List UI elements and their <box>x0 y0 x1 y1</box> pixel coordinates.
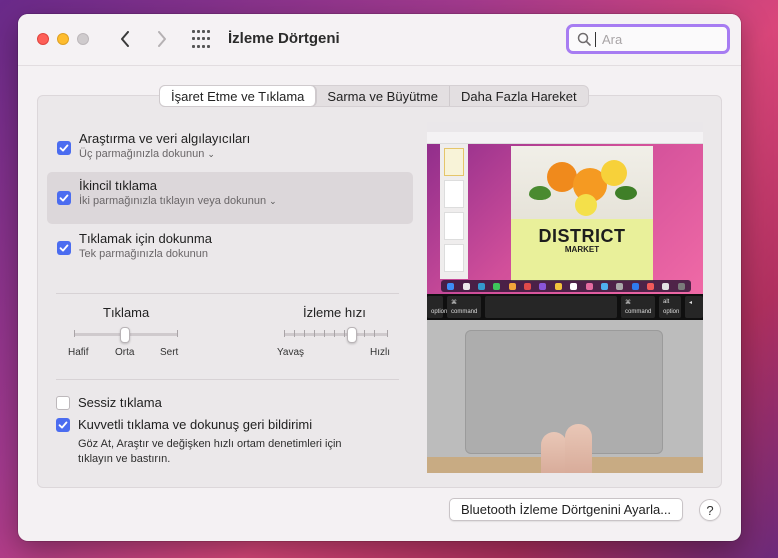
slider-tick <box>304 330 305 337</box>
option-title: Tıklamak için dokunma <box>79 231 212 246</box>
option-lookup[interactable]: Araştırma ve veri algılayıcıları Üç parm… <box>47 125 413 166</box>
page-thumbnail <box>444 212 464 240</box>
show-all-grid-icon[interactable] <box>192 30 212 50</box>
force-click-option[interactable]: Kuvvetli tıklama ve dokunuş geri bildiri… <box>56 417 312 432</box>
forward-button[interactable] <box>151 27 173 51</box>
silent-click-option[interactable]: Sessiz tıklama <box>56 395 162 410</box>
gesture-preview-video: DISTRICT MARKET option ⌘ command ⌘ command… <box>427 122 703 473</box>
page-thumbnail <box>444 180 464 208</box>
speed-slider-knob[interactable] <box>347 327 357 343</box>
text-caret <box>595 31 596 47</box>
finger-index <box>541 432 567 473</box>
option-secondary-click[interactable]: İkincil tıklama İki parmağınızla tıklayı… <box>47 172 413 224</box>
search-field[interactable]: Ara <box>566 24 730 54</box>
key-space <box>485 296 617 318</box>
minimize-window-button[interactable] <box>57 33 69 45</box>
checkmark-icon <box>59 144 69 152</box>
slider-tick <box>387 330 388 337</box>
preview-dock <box>441 280 691 292</box>
speed-max-label: Hızlı <box>370 347 390 358</box>
preview-trackpad <box>465 330 663 454</box>
page-thumbnail <box>444 148 464 176</box>
slider-tick <box>294 330 295 337</box>
secondary-click-checkbox[interactable] <box>57 191 71 205</box>
divider <box>56 379 399 380</box>
settings-window: İzleme Dörtgeni Ara İşaret Etme ve Tıkla… <box>18 14 741 541</box>
search-placeholder: Ara <box>602 31 623 47</box>
fruit-photo <box>511 146 653 219</box>
slider-tick <box>334 330 335 337</box>
preview-thumbnails <box>440 144 468 279</box>
chevron-right-icon <box>158 31 166 47</box>
tab-bar: İşaret Etme ve Tıklama Sarma ve Büyütme … <box>159 85 589 107</box>
preview-toolbar <box>427 132 703 144</box>
checkmark-icon <box>58 421 68 428</box>
titlebar: İzleme Dörtgeni Ara <box>18 14 741 66</box>
speed-min-label: Yavaş <box>277 347 305 358</box>
silent-click-label: Sessiz tıklama <box>78 395 162 410</box>
checkmark-icon <box>59 244 69 252</box>
force-click-label: Kuvvetli tıklama ve dokunuş geri bildiri… <box>78 417 313 432</box>
tab-more-gestures[interactable]: Daha Fazla Hareket <box>450 86 588 106</box>
bluetooth-trackpad-setup-button[interactable]: Bluetooth İzleme Dörtgenini Ayarla... <box>449 498 684 521</box>
click-slider-knob[interactable] <box>120 327 130 343</box>
slider-tick <box>374 330 375 337</box>
slider-tick <box>74 330 75 337</box>
zoom-window-button[interactable] <box>77 33 89 45</box>
chevron-down-icon: ⌄ <box>207 148 215 159</box>
divider <box>56 293 399 294</box>
page-thumbnail <box>444 244 464 272</box>
back-button[interactable] <box>114 27 136 51</box>
click-slider-label: Tıklama <box>103 305 150 320</box>
window-title: İzleme Dörtgeni <box>228 30 340 47</box>
lookup-checkbox[interactable] <box>57 141 71 155</box>
poster-subtitle: MARKET <box>564 245 600 254</box>
close-window-button[interactable] <box>37 33 49 45</box>
gesture-label: Üç parmağınızla dokunun <box>79 148 205 160</box>
key-command-left: ⌘ command <box>447 296 481 318</box>
slider-tick <box>177 330 178 337</box>
slider-tick <box>314 330 315 337</box>
silent-click-checkbox[interactable] <box>56 395 70 410</box>
option-tap-to-click[interactable]: Tıklamak için dokunma Tek parmağınızla d… <box>47 225 413 266</box>
preview-menubar <box>427 122 703 132</box>
slider-tick <box>284 330 285 337</box>
key-arrow: ◂ <box>685 296 703 318</box>
speed-slider-track[interactable] <box>284 333 388 336</box>
preview-document-page: DISTRICT MARKET <box>511 146 653 281</box>
tab-point-click[interactable]: İşaret Etme ve Tıklama <box>160 86 317 106</box>
key-option-right: alt option <box>659 296 681 318</box>
gesture-label: İki parmağınızla tıklayın veya dokunun <box>79 195 267 207</box>
option-title: İkincil tıklama <box>79 178 158 193</box>
preview-laptop-body <box>427 320 703 473</box>
finger-middle <box>565 424 592 473</box>
option-subtitle: Tek parmağınızla dokunun <box>79 248 209 260</box>
preview-keyboard: option ⌘ command ⌘ command alt option ◂ <box>427 294 703 320</box>
click-max-label: Sert <box>160 347 179 358</box>
gesture-dropdown[interactable]: Üç parmağınızla dokunun ⌄ <box>79 148 413 160</box>
speed-slider-label: İzleme hızı <box>303 305 366 320</box>
poster-title: DISTRICT <box>538 226 626 246</box>
gesture-dropdown[interactable]: İki parmağınızla tıklayın veya dokunun ⌄ <box>79 195 413 207</box>
key-command-right: ⌘ command <box>621 296 655 318</box>
option-title: Araştırma ve veri algılayıcıları <box>79 131 251 146</box>
key-option-left: option <box>427 296 447 318</box>
checkmark-icon <box>59 194 69 202</box>
force-click-description: Göz At, Araştır ve değişken hızlı ortam … <box>78 438 342 465</box>
search-icon <box>577 32 591 46</box>
preview-screen: DISTRICT MARKET <box>427 122 703 294</box>
chevron-down-icon: ⌄ <box>269 195 277 206</box>
force-click-checkbox[interactable] <box>56 417 70 432</box>
click-min-label: Hafif <box>68 347 89 358</box>
chevron-left-icon <box>121 31 129 47</box>
slider-tick <box>324 330 325 337</box>
click-mid-label: Orta <box>115 347 135 358</box>
tap-to-click-checkbox[interactable] <box>57 241 71 255</box>
slider-tick <box>364 330 365 337</box>
slider-tick <box>344 330 345 337</box>
tab-scroll-zoom[interactable]: Sarma ve Büyütme <box>316 86 450 106</box>
help-button[interactable]: ? <box>699 499 721 521</box>
